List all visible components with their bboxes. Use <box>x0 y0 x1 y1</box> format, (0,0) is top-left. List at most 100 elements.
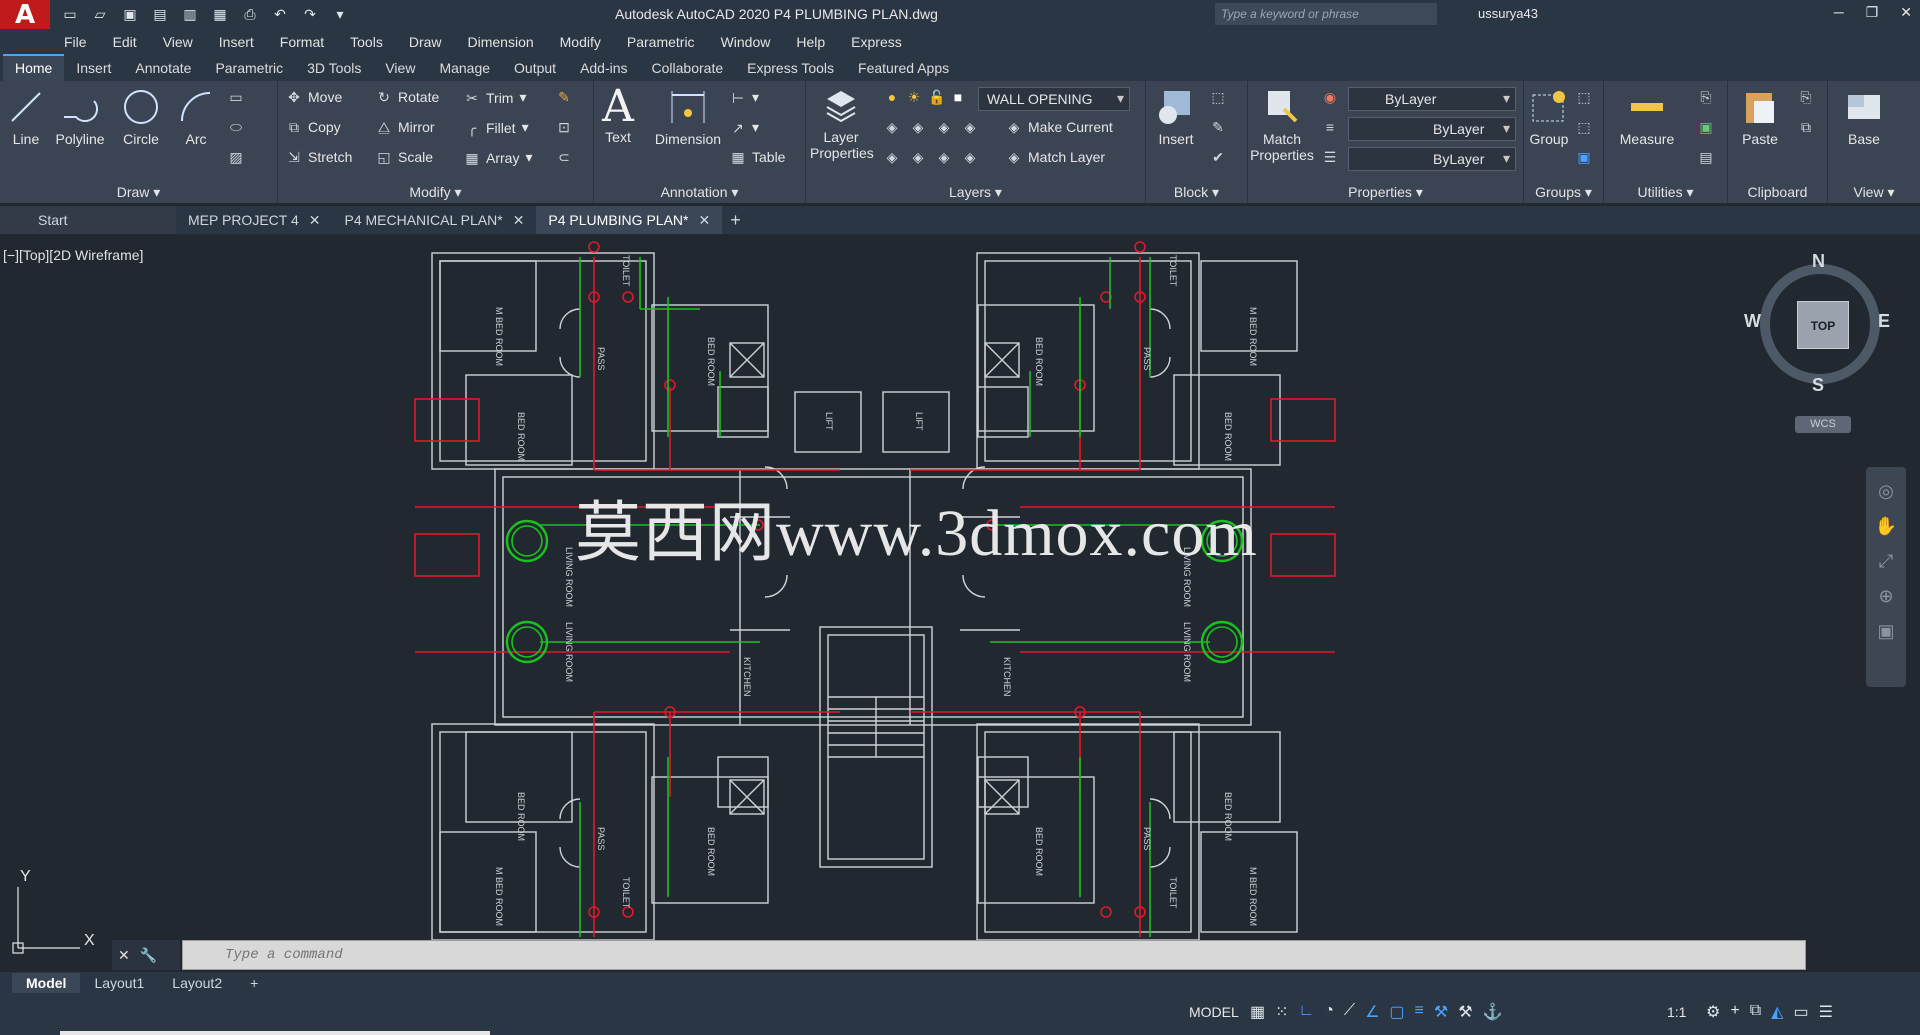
rectangle-button[interactable]: ▭ <box>228 89 244 105</box>
dimension-button[interactable]: Dimension <box>650 87 726 147</box>
units-icon[interactable]: ⧉ <box>1750 1002 1761 1022</box>
copy-button[interactable]: ⧉ Copy <box>286 119 341 135</box>
tab-3d-tools[interactable]: 3D Tools <box>295 56 373 81</box>
isodraft-icon[interactable]: ⟋ <box>1344 1002 1355 1022</box>
redo-icon[interactable]: ↷ <box>300 6 320 24</box>
print-icon[interactable]: ⎙ <box>240 6 260 24</box>
utilities-panel-title[interactable]: Utilities ▾ <box>1604 181 1727 203</box>
menu-window[interactable]: Window <box>721 34 771 50</box>
group-select-button[interactable]: ▣ <box>1576 149 1592 165</box>
view-panel-title[interactable]: View ▾ <box>1828 181 1920 203</box>
workspace-gear-icon[interactable]: ⚙ <box>1706 1002 1720 1022</box>
menu-edit[interactable]: Edit <box>113 34 137 50</box>
measure-button[interactable]: Measure <box>1614 87 1680 147</box>
layer-lock-icon[interactable]: ◈ <box>962 119 978 135</box>
erase-button[interactable]: ✎ <box>556 89 572 105</box>
object-snap-icon[interactable]: ▢ <box>1389 1002 1404 1022</box>
grid-icon[interactable]: ▦ <box>1250 1002 1265 1022</box>
compass-north[interactable]: N <box>1812 251 1825 272</box>
tab-annotate[interactable]: Annotate <box>123 56 203 81</box>
layer-unisolate-icon[interactable]: ◈ <box>910 149 926 165</box>
match-properties-button[interactable]: Match Properties <box>1250 87 1314 163</box>
snap-icon[interactable]: ⁙ <box>1275 1002 1288 1022</box>
tab-insert[interactable]: Insert <box>64 56 123 81</box>
tab-model[interactable]: Model <box>12 973 81 993</box>
lineweight-icon-button[interactable]: ≡ <box>1322 119 1338 135</box>
scale-button[interactable]: ◱ Scale <box>376 149 433 165</box>
circle-button[interactable]: Circle <box>116 87 166 147</box>
menu-help[interactable]: Help <box>796 34 825 50</box>
tab-view[interactable]: View <box>373 56 427 81</box>
tab-add-ins[interactable]: Add-ins <box>568 56 639 81</box>
minimize-icon[interactable]: ─ <box>1834 4 1844 21</box>
open-icon[interactable]: ▱ <box>90 6 110 24</box>
offset-button[interactable]: ⊂ <box>556 149 572 165</box>
new-tab-icon[interactable]: + <box>730 210 741 231</box>
close-icon[interactable]: ✕ <box>1900 4 1912 21</box>
make-current-button[interactable]: ◈ Make Current <box>1006 119 1113 135</box>
polar-icon[interactable]: ◔ <box>1324 1002 1334 1022</box>
compass-east[interactable]: E <box>1878 311 1890 332</box>
orbit-icon[interactable]: ⊕ <box>1866 586 1906 607</box>
qat-dropdown-icon[interactable]: ▾ <box>330 6 350 24</box>
isolate-objects-icon[interactable]: ◭ <box>1771 1002 1783 1022</box>
clipboard-panel-title[interactable]: Clipboard <box>1728 181 1827 203</box>
help-search-input[interactable]: Type a keyword or phrase <box>1215 3 1437 25</box>
text-button[interactable]: A Text <box>598 85 638 146</box>
model-space-toggle[interactable]: MODEL <box>1189 1004 1239 1020</box>
rotate-button[interactable]: ↻ Rotate <box>376 89 439 105</box>
user-account[interactable]: ussurya43 <box>1478 6 1538 21</box>
viewcube-top-face[interactable]: TOP <box>1797 301 1849 349</box>
menu-format[interactable]: Format <box>280 34 324 50</box>
menu-view[interactable]: View <box>163 34 193 50</box>
layers-panel-title[interactable]: Layers ▾ <box>806 181 1145 203</box>
viewcube[interactable]: TOP N S E W <box>1744 251 1890 401</box>
group-edit-button[interactable]: ⬚ <box>1576 119 1592 135</box>
lineweight-dropdown[interactable]: ByLayer <box>1348 117 1516 141</box>
group-button[interactable]: Group <box>1528 87 1570 147</box>
array-button[interactable]: ▦ Array ▾ <box>464 149 532 166</box>
block-panel-title[interactable]: Block ▾ <box>1146 181 1247 203</box>
line-button[interactable]: Line <box>4 87 48 147</box>
annotation-scale-value[interactable]: 1:1 <box>1667 1004 1686 1020</box>
command-customize-icon[interactable]: 🔧 <box>140 947 157 964</box>
layer-isolate-icon[interactable]: ◈ <box>910 119 926 135</box>
menu-express[interactable]: Express <box>851 34 902 50</box>
trim-button[interactable]: ✂ Trim ▾ <box>464 89 526 106</box>
tab-home[interactable]: Home <box>3 54 65 81</box>
drawing-canvas[interactable]: [−][Top][2D Wireframe] M BED ROOM BED RO… <box>0 237 1920 970</box>
menu-parametric[interactable]: Parametric <box>627 34 695 50</box>
tab-layout1[interactable]: Layout1 <box>80 973 158 993</box>
save-as-icon[interactable]: ▤ <box>150 6 170 24</box>
compass-south[interactable]: S <box>1812 375 1824 396</box>
tab-parametric[interactable]: Parametric <box>203 56 295 81</box>
groups-panel-title[interactable]: Groups ▾ <box>1524 181 1603 203</box>
explode-button[interactable]: ⊡ <box>556 119 572 135</box>
paste-button[interactable]: Paste <box>1738 87 1782 147</box>
table-button[interactable]: ▦ Table <box>730 149 785 165</box>
layer-freeze-icon[interactable]: ◈ <box>936 119 952 135</box>
undo-icon[interactable]: ↶ <box>270 6 290 24</box>
properties-panel-title[interactable]: Properties ▾ <box>1248 181 1523 203</box>
menu-modify[interactable]: Modify <box>560 34 601 50</box>
ortho-icon[interactable]: ∟ <box>1299 1002 1315 1022</box>
tab-manage[interactable]: Manage <box>427 56 502 81</box>
tab-output[interactable]: Output <box>502 56 568 81</box>
command-input[interactable]: Type a command <box>182 940 1806 970</box>
compass-west[interactable]: W <box>1744 311 1761 332</box>
ellipse-button[interactable]: ⬭ <box>228 119 244 135</box>
clean-screen-icon[interactable]: ▭ <box>1793 1002 1808 1022</box>
menu-file[interactable]: File <box>64 34 87 50</box>
zoom-extents-icon[interactable]: ⤢ <box>1866 551 1906 572</box>
restore-icon[interactable]: ❐ <box>1866 4 1879 21</box>
quick-select-button[interactable]: ⎘ <box>1698 89 1714 105</box>
export-icon[interactable]: ▥ <box>180 6 200 24</box>
layer-unlock-icon[interactable]: ◈ <box>962 149 978 165</box>
tab-mep-project-4[interactable]: MEP PROJECT 4 ✕ <box>176 206 332 234</box>
sun-icon[interactable]: ☀ <box>906 89 922 105</box>
mirror-button[interactable]: ⧋ Mirror <box>376 119 435 135</box>
steering-wheel-icon[interactable]: ◎ <box>1866 481 1906 502</box>
fillet-button[interactable]: ╭ Fillet ▾ <box>464 119 529 136</box>
base-view-button[interactable]: Base <box>1840 87 1888 147</box>
command-close-icon[interactable]: ✕ <box>118 947 130 964</box>
